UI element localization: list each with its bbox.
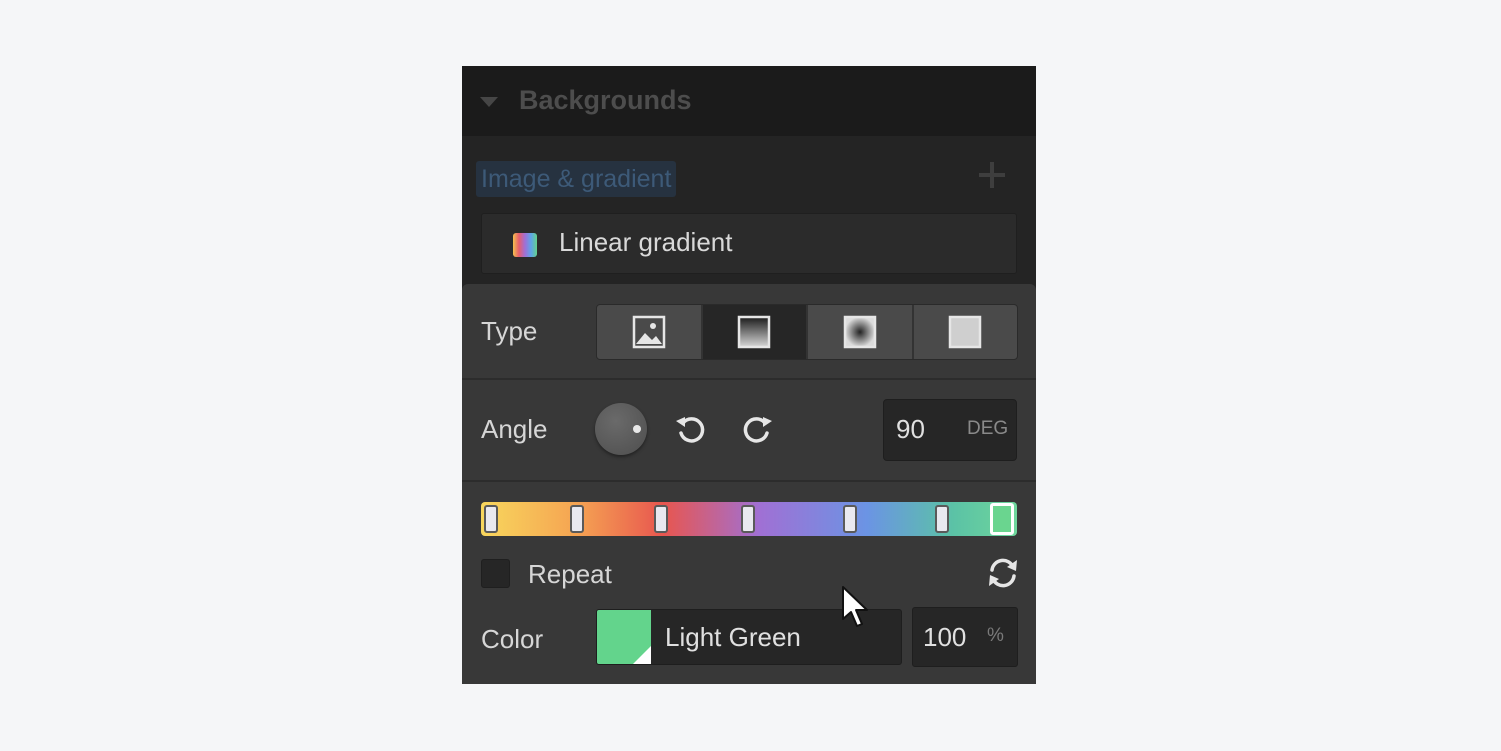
gradient-layer-row[interactable]: Linear gradient (481, 213, 1017, 274)
type-selector (596, 304, 1018, 360)
angle-unit: DEG (967, 418, 1009, 439)
type-label: Type (481, 316, 538, 346)
reverse-stops-icon[interactable] (986, 556, 1020, 590)
gradient-stop-selected[interactable] (990, 503, 1014, 535)
color-label: Color (481, 624, 544, 654)
gradient-stop[interactable] (484, 505, 498, 533)
angle-input[interactable]: 90 DEG (883, 399, 1017, 461)
type-linear-button[interactable] (702, 305, 808, 359)
rotate-left-icon[interactable] (673, 411, 709, 447)
opacity-value: 100 (923, 622, 967, 652)
section-header[interactable]: Backgrounds (462, 66, 1036, 136)
swatch-corner (633, 646, 651, 664)
opacity-input[interactable]: 100 % (912, 607, 1018, 667)
image-icon (632, 315, 665, 349)
angle-dial[interactable] (595, 403, 647, 455)
type-radial-button[interactable] (808, 305, 914, 359)
gradient-editor: Type Angle 90 DEG Repeat Color Light Gre… (462, 284, 1036, 684)
caret-down-icon[interactable] (480, 97, 498, 107)
solid-color-icon (949, 315, 982, 349)
linear-gradient-icon (738, 315, 771, 349)
gradient-stop[interactable] (843, 505, 857, 533)
type-solid-button[interactable] (914, 305, 1018, 359)
angle-label: Angle (481, 414, 548, 444)
image-gradient-label: Image & gradient (476, 161, 677, 197)
divider (462, 480, 1036, 482)
radial-gradient-icon (843, 315, 876, 349)
type-image-button[interactable] (597, 305, 703, 359)
color-swatch[interactable] (597, 610, 651, 664)
backgrounds-panel: Backgrounds Image & gradient Linear grad… (462, 66, 1036, 684)
mouse-pointer-icon (842, 586, 868, 627)
color-name: Light Green (665, 622, 801, 652)
rotate-right-icon[interactable] (739, 411, 775, 447)
angle-value: 90 (896, 414, 925, 444)
gradient-swatch-icon (513, 233, 537, 257)
gradient-stop[interactable] (741, 505, 755, 533)
section-title: Backgrounds (519, 85, 692, 115)
angle-dial-dot (633, 425, 641, 433)
layer-label: Linear gradient (559, 227, 733, 257)
repeat-label: Repeat (528, 559, 612, 589)
divider (462, 378, 1036, 380)
repeat-checkbox[interactable] (481, 559, 510, 588)
gradient-stop[interactable] (935, 505, 949, 533)
gradient-stop[interactable] (654, 505, 668, 533)
opacity-unit: % (987, 625, 1004, 646)
gradient-bar[interactable] (481, 502, 1017, 536)
gradient-stop[interactable] (570, 505, 584, 533)
add-layer-icon[interactable] (978, 161, 1006, 189)
